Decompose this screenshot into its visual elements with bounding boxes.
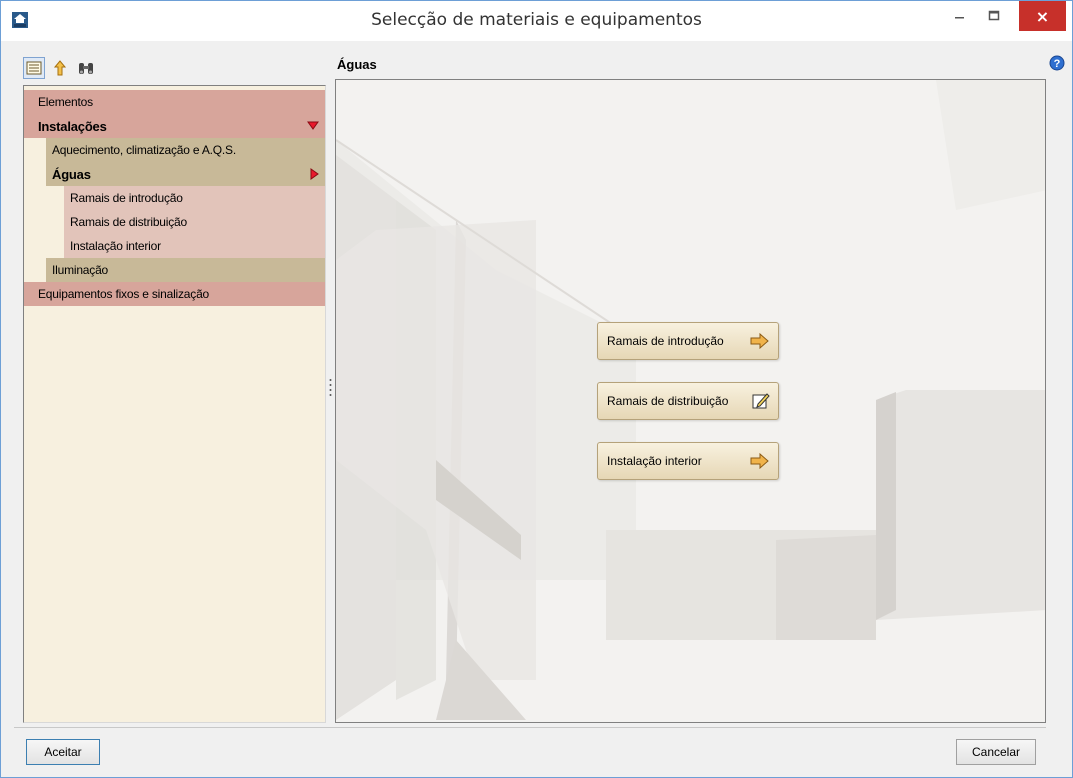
help-icon[interactable]: ? bbox=[1049, 55, 1065, 71]
tree-item-instalacao-interior[interactable]: Instalação interior bbox=[64, 234, 325, 258]
cancel-button[interactable]: Cancelar bbox=[956, 739, 1036, 765]
materials-tree: Elementos Instalações Aquecimento, clima… bbox=[23, 85, 326, 723]
maximize-button[interactable] bbox=[979, 1, 1009, 31]
tree-item-label: Ramais de introdução bbox=[70, 191, 183, 205]
left-panel: Elementos Instalações Aquecimento, clima… bbox=[23, 53, 329, 723]
footer-divider bbox=[14, 727, 1046, 728]
find-binoculars-icon[interactable] bbox=[75, 57, 97, 79]
tree-item-label: Elementos bbox=[38, 95, 93, 109]
button-label: Instalação interior bbox=[607, 454, 702, 468]
splitter-handle[interactable] bbox=[329, 377, 332, 397]
tree-item-label: Instalação interior bbox=[70, 239, 161, 253]
section-title: Águas bbox=[337, 57, 377, 72]
up-level-icon[interactable] bbox=[49, 57, 71, 79]
tree-item-instalacoes[interactable]: Instalações bbox=[24, 114, 325, 138]
tree-item-label: Equipamentos fixos e sinalização bbox=[38, 287, 210, 301]
tree-item-iluminacao[interactable]: Iluminação bbox=[46, 258, 325, 282]
minimize-icon bbox=[955, 17, 964, 19]
window-title: Selecção de materiais e equipamentos bbox=[371, 10, 702, 30]
arrow-right-icon bbox=[750, 453, 769, 469]
close-button[interactable]: × bbox=[1019, 1, 1066, 31]
dialog-window: Selecção de materiais e equipamentos × E… bbox=[0, 0, 1073, 778]
tree-view-icon[interactable] bbox=[23, 57, 45, 79]
minimize-button[interactable] bbox=[945, 1, 975, 31]
edit-pencil-icon bbox=[752, 393, 770, 409]
selected-arrow-icon[interactable] bbox=[310, 168, 319, 180]
tree-item-label: Aquecimento, climatização e A.Q.S. bbox=[52, 143, 236, 157]
instalacao-interior-button[interactable]: Instalação interior bbox=[597, 442, 779, 480]
accept-button[interactable]: Aceitar bbox=[26, 739, 100, 765]
tree-item-label: Águas bbox=[52, 166, 91, 182]
expanded-arrow-icon[interactable] bbox=[307, 121, 319, 130]
title-bar[interactable]: Selecção de materiais e equipamentos × bbox=[1, 1, 1072, 41]
ramais-distribuicao-button[interactable]: Ramais de distribuição bbox=[597, 382, 779, 420]
tree-item-label: Instalações bbox=[38, 118, 107, 134]
tree-item-ramais-distribuicao[interactable]: Ramais de distribuição bbox=[64, 210, 325, 234]
content-panel: Ramais de introdução Ramais de distribui… bbox=[335, 79, 1046, 723]
tree-item-equipamentos[interactable]: Equipamentos fixos e sinalização bbox=[24, 282, 325, 306]
arrow-right-icon bbox=[750, 333, 769, 349]
tree-item-aquecimento[interactable]: Aquecimento, climatização e A.Q.S. bbox=[46, 138, 325, 162]
tree-item-ramais-introducao[interactable]: Ramais de introdução bbox=[64, 186, 325, 210]
tree-item-label: Iluminação bbox=[52, 263, 109, 277]
button-label: Ramais de distribuição bbox=[607, 394, 729, 408]
button-label: Ramais de introdução bbox=[607, 334, 724, 348]
svg-text:?: ? bbox=[1054, 58, 1061, 70]
tree-item-aguas[interactable]: Águas bbox=[46, 162, 325, 186]
maximize-icon bbox=[988, 10, 1000, 21]
left-toolbar bbox=[23, 57, 97, 79]
ramais-introducao-button[interactable]: Ramais de introdução bbox=[597, 322, 779, 360]
tree-item-label: Ramais de distribuição bbox=[70, 215, 187, 229]
tree-item-elementos[interactable]: Elementos bbox=[24, 90, 325, 114]
close-icon: × bbox=[1035, 6, 1050, 26]
